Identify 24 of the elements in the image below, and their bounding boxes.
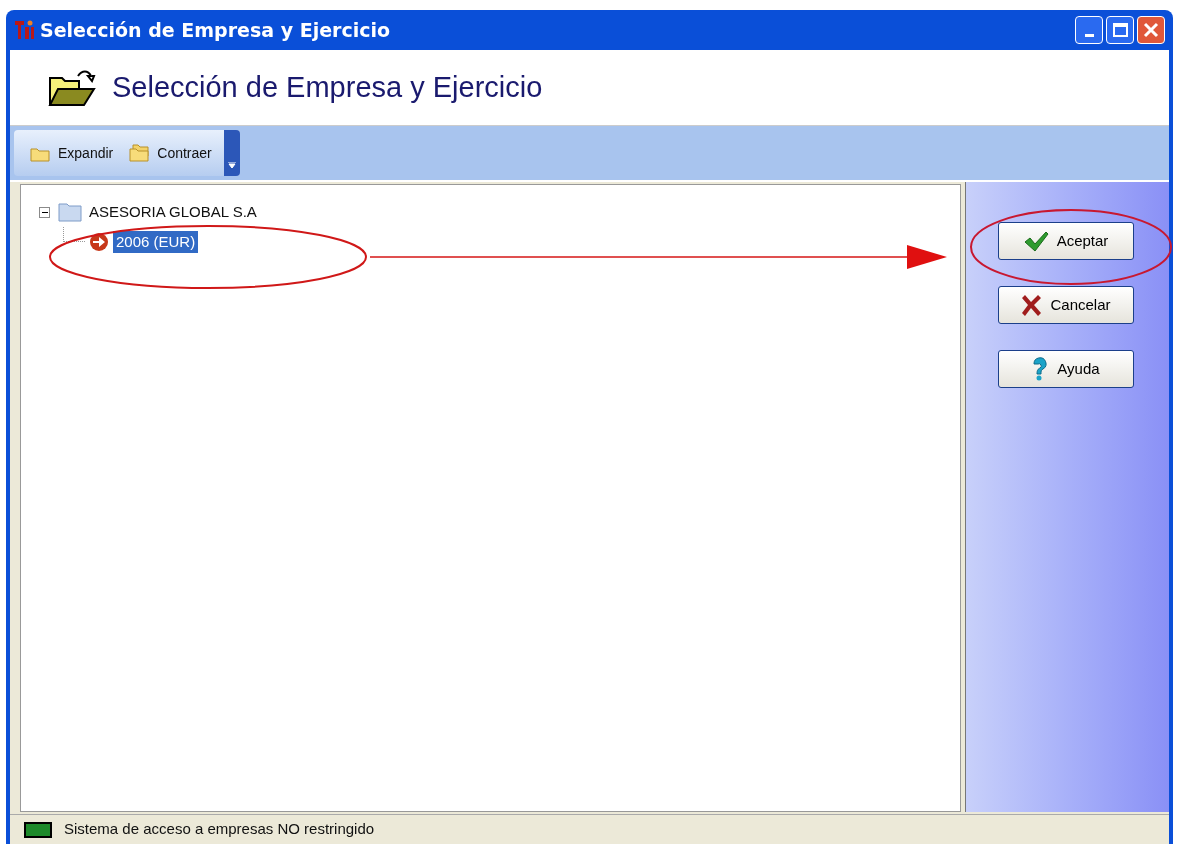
help-button[interactable]: Ayuda xyxy=(997,350,1134,388)
window-title: Selección de Empresa y Ejercicio xyxy=(40,17,391,43)
toolbar-button[interactable]: Contraer xyxy=(125,138,216,168)
tree-item[interactable]: ASESORIA GLOBAL S.A xyxy=(86,200,260,224)
status-text: Sistema de acceso a empresas NO restringido xyxy=(64,819,375,840)
accept-button[interactable]: Aceptar xyxy=(997,222,1134,260)
help-icon xyxy=(1031,357,1050,381)
close-icon xyxy=(1020,294,1043,316)
minimize-button[interactable] xyxy=(1075,16,1103,44)
app-logo-icon xyxy=(14,19,36,41)
close-icon xyxy=(1143,22,1159,38)
collapse-toggle[interactable] xyxy=(39,206,50,218)
status-indicator-icon xyxy=(24,821,52,838)
dropdown-icon xyxy=(227,162,236,168)
check-icon xyxy=(1022,230,1049,252)
folder-icon xyxy=(58,202,82,222)
toolbar-button[interactable]: Expandir xyxy=(26,138,118,168)
cancel-button[interactable]: Cancelar xyxy=(997,286,1134,324)
header-title: Selección de Empresa y Ejercicio xyxy=(112,69,543,105)
arrow-circle-icon xyxy=(89,232,109,252)
tree-item[interactable]: 2006 (EUR) xyxy=(113,230,199,254)
folders-icon xyxy=(129,144,152,162)
close-button[interactable] xyxy=(1137,16,1165,44)
maximize-button[interactable] xyxy=(1106,16,1134,44)
